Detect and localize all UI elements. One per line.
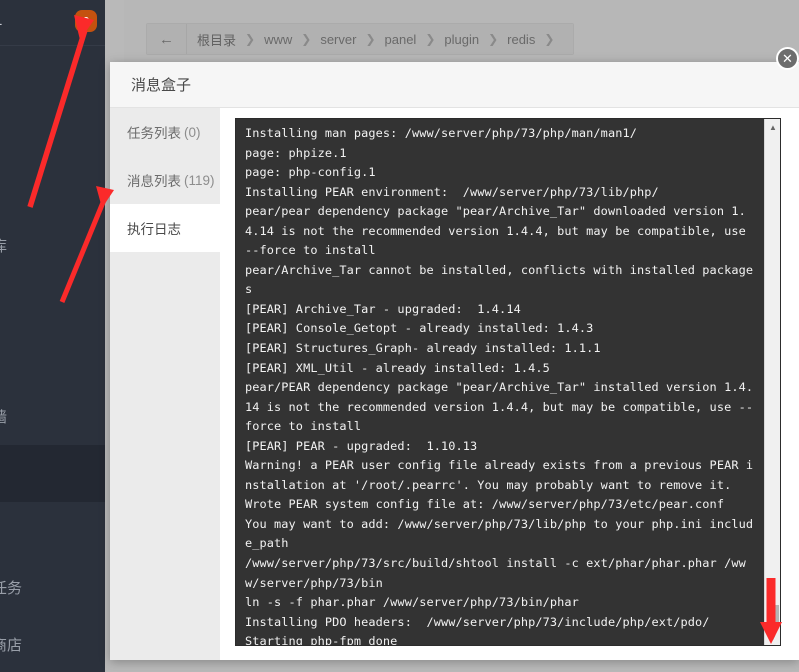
sidebar-item-files[interactable]: 文件 — [0, 445, 105, 502]
terminal-output[interactable]: Installing man pages: /www/server/php/73… — [235, 118, 781, 646]
sidebar-item-ftp[interactable]: FTP — [0, 160, 105, 217]
sidebar-item-database[interactable]: 数据库 — [0, 217, 105, 274]
triangle-down-icon[interactable]: ▼ — [765, 629, 780, 645]
notification-badge[interactable]: 0 — [75, 10, 97, 32]
log-pane: Installing man pages: /www/server/php/73… — [220, 108, 799, 660]
screen-root: 1 0 首页 网站 FTP 数据库 监控 安全 防火墙 文件 终端 计划任务 软… — [0, 0, 799, 672]
tab-label: 执行日志 — [127, 222, 181, 237]
tab-label: 任务列表 — [127, 126, 181, 141]
modal-tab-list: 任务列表 (0) 消息列表 (119) 执行日志 — [110, 108, 220, 660]
sidebar-item-label: 数据库 — [0, 235, 7, 256]
modal-title: 消息盒子 — [110, 62, 799, 108]
sidebar-header: 1 0 — [0, 0, 105, 46]
sidebar-item-monitor[interactable]: 监控 — [0, 274, 105, 331]
sidebar-header-label: 1 — [0, 12, 2, 29]
terminal-log-text: Installing man pages: /www/server/php/73… — [245, 126, 754, 646]
tab-task-list[interactable]: 任务列表 (0) — [110, 108, 220, 156]
tab-label: 消息列表 — [127, 174, 181, 189]
tab-execution-log[interactable]: 执行日志 — [110, 204, 220, 252]
tab-list-filler — [110, 252, 220, 660]
sidebar-item-website[interactable]: 网站 — [0, 103, 105, 160]
terminal-scrollbar[interactable]: ▲ ▼ — [764, 119, 780, 645]
sidebar-item-terminal[interactable]: 终端 — [0, 502, 105, 559]
sidebar-item-security[interactable]: 安全 — [0, 331, 105, 388]
sidebar-item-firewall[interactable]: 防火墙 — [0, 388, 105, 445]
tab-message-list[interactable]: 消息列表 (119) — [110, 156, 220, 204]
sidebar-item-label: 软件商店 — [0, 637, 23, 654]
message-box-modal: 消息盒子 任务列表 (0) 消息列表 (119) 执行日志 Installing — [110, 62, 799, 660]
sidebar-item-cron[interactable]: 计划任务 — [0, 559, 105, 616]
scrollbar-thumb[interactable] — [767, 605, 779, 627]
tab-count: (119) — [184, 172, 215, 188]
triangle-up-icon[interactable]: ▲ — [765, 119, 780, 135]
modal-body: 任务列表 (0) 消息列表 (119) 执行日志 Installing man … — [110, 108, 799, 660]
close-icon[interactable]: ✕ — [776, 47, 799, 70]
sidebar-item-app-store[interactable]: 软件商店 — [0, 616, 105, 672]
sidebar-item-home[interactable]: 首页 — [0, 46, 105, 103]
sidebar: 1 0 首页 网站 FTP 数据库 监控 安全 防火墙 文件 终端 计划任务 软… — [0, 0, 105, 672]
tab-count: (0) — [184, 124, 201, 140]
sidebar-item-label: 计划任务 — [0, 580, 23, 597]
sidebar-item-label: 防火墙 — [0, 406, 7, 427]
